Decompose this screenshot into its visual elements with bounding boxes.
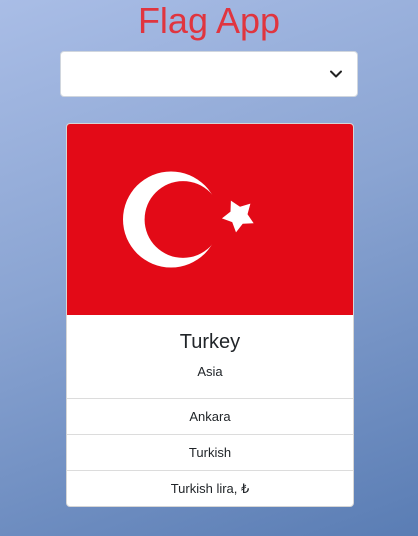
country-card: Turkey Asia Ankara Turkish Turkish lira,… [66,123,354,507]
country-select[interactable] [60,51,358,97]
chevron-down-icon [330,70,342,78]
flag-image [67,124,353,315]
currency-item: Turkish lira, ₺ [67,470,353,506]
country-info-list: Ankara Turkish Turkish lira, ₺ [67,398,353,506]
crescent-inner [144,181,222,258]
country-region: Asia [197,364,223,379]
language-item: Turkish [67,434,353,470]
app-title: Flag App [137,0,281,41]
capital-item: Ankara [67,398,353,434]
country-name: Turkey [179,331,241,353]
